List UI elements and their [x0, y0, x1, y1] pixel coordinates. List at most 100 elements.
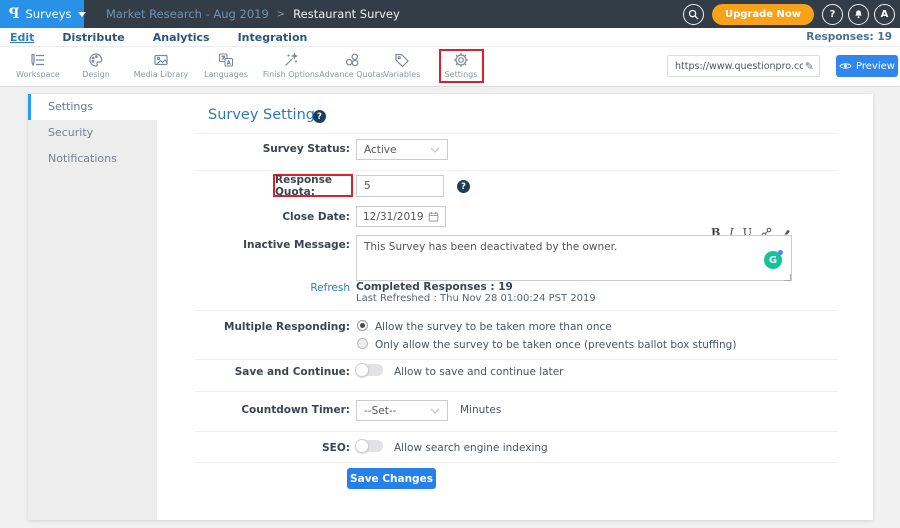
survey-status-value: Active [364, 144, 396, 156]
palette-icon [88, 52, 104, 68]
save-continue-text: Allow to save and continue later [394, 366, 564, 378]
survey-status-select[interactable]: Active [356, 139, 448, 160]
toolbar-item-languages[interactable]: Languages [194, 52, 258, 79]
breadcrumb-parent[interactable]: Market Research - Aug 2019 [106, 7, 269, 21]
breadcrumb: Market Research - Aug 2019 > Restaurant … [106, 7, 400, 21]
surveys-menu-label: Surveys [26, 7, 72, 21]
radio-once-only[interactable] [357, 338, 368, 349]
inactive-message-textarea[interactable]: This Survey has been deactivated by the … [356, 235, 792, 281]
edit-url-icon[interactable]: ✎ [805, 60, 819, 73]
save-continue-label: Save and Continue: [195, 366, 350, 378]
countdown-timer-select[interactable]: --Set-- [356, 400, 448, 421]
toolbar-label: Design [82, 70, 110, 79]
survey-status-label: Survey Status: [195, 143, 350, 155]
countdown-timer-label: Countdown Timer: [195, 404, 350, 416]
close-date-label: Close Date: [195, 211, 350, 223]
tag-icon [394, 52, 410, 68]
sidebar-item-settings[interactable]: Settings [28, 94, 157, 120]
grammarly-icon[interactable]: G [764, 251, 782, 269]
avatar[interactable]: A [874, 4, 895, 25]
save-changes-button[interactable]: Save Changes [347, 468, 436, 489]
preview-label: Preview [856, 61, 895, 72]
toolbar-item-design[interactable]: Design [64, 52, 128, 79]
close-date-value: 12/31/2019 [363, 211, 424, 223]
magic-wand-icon [283, 52, 299, 68]
inactive-message-label: Inactive Message: [195, 239, 350, 251]
image-icon [153, 52, 169, 68]
toolbar-label: Media Library [134, 70, 189, 79]
eye-icon [839, 62, 852, 70]
survey-url-input[interactable] [668, 61, 805, 72]
nav-item-analytics[interactable]: Analytics [144, 31, 219, 44]
calendar-icon [428, 211, 439, 222]
toolbar-item-settings[interactable]: Settings [429, 52, 493, 79]
toolbar-label: Finish Options [263, 70, 319, 79]
close-date-input[interactable]: 12/31/2019 [356, 206, 446, 227]
edit-toolbar: Workspace Design Media Library Languages… [0, 47, 900, 87]
title-help-icon[interactable]: ? [313, 110, 326, 123]
seo-label: SEO: [195, 442, 350, 454]
radio-multiple-allowed[interactable] [357, 320, 368, 331]
divider [195, 170, 838, 171]
radio-once-only-label[interactable]: Only allow the survey to be taken once (… [375, 339, 736, 351]
responses-count[interactable]: Responses: 19 [806, 31, 900, 43]
survey-url-box: ✎ [667, 55, 820, 77]
topbar-actions: Upgrade Now ? A [683, 4, 900, 25]
surveys-menu[interactable]: P Surveys [0, 0, 84, 28]
toggle-knob [355, 439, 369, 453]
upgrade-now-button[interactable]: Upgrade Now [712, 4, 814, 25]
settings-sidebar: Settings Security Notifications [28, 94, 157, 520]
radio-multiple-allowed-label[interactable]: Allow the survey to be taken more than o… [375, 321, 612, 333]
workspace-icon [30, 52, 46, 68]
toolbar-item-workspace[interactable]: Workspace [6, 52, 70, 79]
nav-item-integration[interactable]: Integration [229, 31, 317, 44]
last-refreshed: Last Refreshed : Thu Nov 28 01:00:24 PST… [356, 293, 596, 304]
multiple-responding-label: Multiple Responding: [195, 321, 350, 333]
sidebar-item-security[interactable]: Security [28, 120, 157, 146]
nav-item-edit[interactable]: Edit [10, 31, 43, 44]
completed-responses: Completed Responses : 19 [356, 281, 513, 293]
bell-icon [853, 9, 864, 20]
divider [195, 431, 838, 432]
questionpro-settings-page: P Surveys Market Research - Aug 2019 > R… [0, 0, 900, 528]
toolbar-item-variables[interactable]: Variables [370, 52, 434, 79]
divider [195, 133, 838, 134]
toolbar-label: Settings [445, 70, 478, 79]
toolbar-item-media-library[interactable]: Media Library [129, 52, 193, 79]
preview-button[interactable]: Preview [836, 55, 898, 77]
toolbar-label: Languages [204, 70, 248, 79]
gear-icon [453, 52, 469, 68]
refresh-link[interactable]: Refresh [195, 282, 350, 294]
countdown-minutes-text: Minutes [460, 404, 501, 416]
translate-icon [218, 52, 234, 68]
settings-card: Settings Security Notifications Survey S… [28, 94, 873, 520]
response-quota-annotation: Response Quota: [273, 174, 353, 197]
chevron-down-icon [78, 12, 86, 17]
seo-toggle[interactable] [356, 440, 383, 452]
survey-nav: Edit Distribute Analytics Integration Re… [0, 28, 900, 47]
textarea-resize-handle[interactable] [784, 274, 791, 281]
breadcrumb-separator: > [277, 9, 285, 20]
save-continue-toggle[interactable] [356, 364, 383, 376]
divider [195, 310, 838, 311]
nav-item-distribute[interactable]: Distribute [53, 31, 133, 44]
breadcrumb-current: Restaurant Survey [293, 7, 400, 21]
search-icon [688, 9, 699, 20]
linked-rings-icon [344, 52, 360, 68]
page-title: Survey Settings [208, 107, 323, 123]
response-quota-input[interactable] [356, 175, 444, 197]
notifications-button[interactable] [848, 4, 869, 25]
help-button[interactable]: ? [822, 4, 843, 25]
toolbar-label: Workspace [16, 70, 60, 79]
toolbar-item-finish-options[interactable]: Finish Options [259, 52, 323, 79]
chevron-down-icon [430, 147, 440, 153]
toolbar-label: Variables [384, 70, 421, 79]
sidebar-item-notifications[interactable]: Notifications [28, 146, 157, 172]
quota-help-icon[interactable]: ? [457, 180, 470, 193]
seo-text: Allow search engine indexing [394, 442, 548, 454]
divider [195, 359, 838, 360]
countdown-timer-value: --Set-- [364, 405, 396, 417]
search-button[interactable] [683, 4, 704, 25]
response-quota-label: Response Quota: [275, 174, 347, 198]
toggle-knob [355, 363, 369, 377]
